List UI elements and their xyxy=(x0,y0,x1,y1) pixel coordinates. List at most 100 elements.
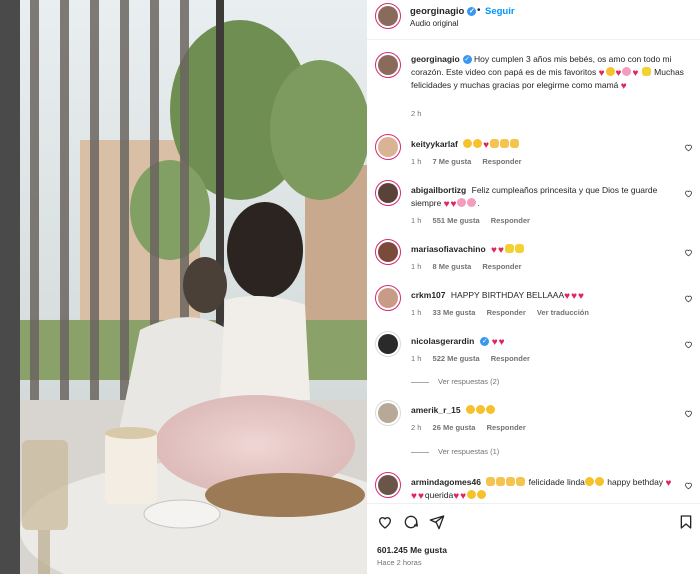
comment-body: keityykarlaf ♥ xyxy=(411,138,675,151)
comment-likes[interactable]: 33 Me gusta xyxy=(433,308,476,317)
heart-emoji-icon: ♥ xyxy=(498,337,505,348)
comment-time: 1 h xyxy=(411,262,422,271)
bee-emoji-icon xyxy=(641,67,651,76)
like-count[interactable]: 601.245 Me gusta xyxy=(377,545,447,555)
video-frame xyxy=(20,0,367,574)
replies-divider xyxy=(411,451,429,453)
comment-meta: 1 h 8 Me gusta Responder xyxy=(411,262,531,271)
post-details-panel: georginagio ✓ • Seguir Audio original geo… xyxy=(367,0,700,574)
translate-button[interactable]: Ver traducción xyxy=(537,308,589,317)
heart-emoji-icon: ♥ xyxy=(598,68,605,79)
face-emoji-icon xyxy=(473,139,483,148)
verified-icon: ✓ xyxy=(480,337,490,347)
comment-icon[interactable] xyxy=(403,514,419,530)
heart-emoji-icon: ♥ xyxy=(564,291,571,302)
reply-button[interactable]: Responder xyxy=(491,216,530,225)
like-comment-icon[interactable] xyxy=(684,248,693,257)
face-emoji-icon xyxy=(486,405,496,414)
share-icon[interactable] xyxy=(429,514,445,530)
heart-emoji-icon: ♥ xyxy=(411,491,417,502)
caption-time: 2 h xyxy=(411,109,422,118)
comment-likes[interactable]: 8 Me gusta xyxy=(433,262,472,271)
face-emoji-icon xyxy=(605,67,615,76)
clap-emoji-icon xyxy=(496,477,506,486)
like-comment-icon[interactable] xyxy=(684,481,693,490)
heart-emoji-icon: ♥ xyxy=(578,291,584,302)
comment-username[interactable]: keityykarlaf xyxy=(411,139,458,149)
reply-button[interactable]: Responder xyxy=(482,262,521,271)
heart-emoji-icon: ♥ xyxy=(417,491,424,502)
like-comment-icon[interactable] xyxy=(684,409,693,418)
commenter-avatar[interactable] xyxy=(375,239,401,265)
comment-username[interactable]: amerik_r_15 xyxy=(411,405,461,415)
audio-link[interactable]: Audio original xyxy=(410,19,458,28)
caption-username[interactable]: georginagio xyxy=(411,54,460,64)
commenter-avatar[interactable] xyxy=(375,180,401,206)
comment-username[interactable]: abigailbortizg xyxy=(411,185,466,195)
bee-emoji-icon xyxy=(504,244,514,253)
author-avatar[interactable] xyxy=(375,52,401,78)
comment-time: 1 h xyxy=(411,157,422,166)
comment-time: 1 h xyxy=(411,216,422,225)
like-comment-icon[interactable] xyxy=(684,340,693,349)
post-header: georginagio ✓ • Seguir Audio original xyxy=(367,0,700,40)
comment-username[interactable]: crkm107 xyxy=(411,290,446,300)
comment-username[interactable]: nicolasgerardin xyxy=(411,336,474,346)
clap-emoji-icon xyxy=(490,139,500,148)
face-emoji-icon xyxy=(477,490,487,499)
view-replies-button[interactable]: Ver respuestas (2) xyxy=(411,377,499,386)
heart-emoji-icon: ♥ xyxy=(450,199,457,210)
comment-time: 2 h xyxy=(411,423,422,432)
heart-emoji-icon: ♥ xyxy=(491,245,497,256)
commenter-avatar[interactable] xyxy=(375,400,401,426)
comment-likes[interactable]: 7 Me gusta xyxy=(433,157,472,166)
like-comment-icon[interactable] xyxy=(684,189,693,198)
heart-emoji-icon: ♥ xyxy=(497,245,504,256)
face-emoji-icon xyxy=(466,405,476,414)
comment-username[interactable]: armindagomes46 xyxy=(411,477,481,487)
verified-icon: ✓ xyxy=(462,55,472,65)
verified-icon: ✓ xyxy=(467,6,477,16)
heart-emoji-icon: ♥ xyxy=(620,81,627,92)
comment-body: nicolasgerardin ✓ ♥♥ xyxy=(411,335,675,348)
author-username[interactable]: georginagio ✓ xyxy=(410,6,477,17)
comment-text-3: querida xyxy=(424,490,454,500)
comment-body: abigailbortizg Feliz cumpleaños princesi… xyxy=(411,185,658,210)
comment-username[interactable]: mariasofiavachino xyxy=(411,244,486,254)
comment-text: HAPPY BIRTHDAY BELLAAA xyxy=(450,290,565,300)
reply-button[interactable]: Responder xyxy=(487,308,526,317)
heart-emoji-icon: ♥ xyxy=(483,140,490,151)
reply-button[interactable]: Responder xyxy=(487,423,526,432)
comment-likes[interactable]: 26 Me gusta xyxy=(433,423,476,432)
view-replies-button[interactable]: Ver respuestas (1) xyxy=(411,447,499,456)
clap-emoji-icon xyxy=(516,477,526,486)
comment-text-2: happy bethday xyxy=(607,477,664,487)
follow-button[interactable]: Seguir xyxy=(485,6,515,17)
media-side-strip xyxy=(0,0,20,574)
comment-meta: 2 h 26 Me gusta Responder xyxy=(411,423,535,432)
bookmark-icon[interactable] xyxy=(678,514,694,530)
comment-time: 1 h xyxy=(411,308,422,317)
like-comment-icon[interactable] xyxy=(684,143,693,152)
reply-button[interactable]: Responder xyxy=(491,354,530,363)
post-video[interactable] xyxy=(20,0,367,574)
commenter-avatar[interactable] xyxy=(375,472,401,498)
comment-likes[interactable]: 551 Me gusta xyxy=(433,216,480,225)
heart-emoji-icon: ♥ xyxy=(491,337,498,348)
commenter-avatar[interactable] xyxy=(375,331,401,357)
like-comment-icon[interactable] xyxy=(684,294,693,303)
reply-button[interactable]: Responder xyxy=(482,157,521,166)
heart-emoji-icon: ♥ xyxy=(632,68,639,79)
commenter-avatar[interactable] xyxy=(375,285,401,311)
comment-meta: 1 h 33 Me gusta Responder Ver traducción xyxy=(411,308,598,317)
commenter-avatar[interactable] xyxy=(375,134,401,160)
heart-emoji-icon: ♥ xyxy=(615,68,622,79)
author-avatar[interactable] xyxy=(375,3,401,29)
comment-likes[interactable]: 522 Me gusta xyxy=(433,354,480,363)
flower-emoji-icon xyxy=(457,198,467,207)
comment-meta: 1 h 7 Me gusta Responder xyxy=(411,157,531,166)
heart-icon[interactable] xyxy=(377,514,393,530)
clap-emoji-icon xyxy=(486,477,496,486)
bee-emoji-icon xyxy=(514,244,524,253)
comment-meta: 1 h 551 Me gusta Responder xyxy=(411,216,539,225)
